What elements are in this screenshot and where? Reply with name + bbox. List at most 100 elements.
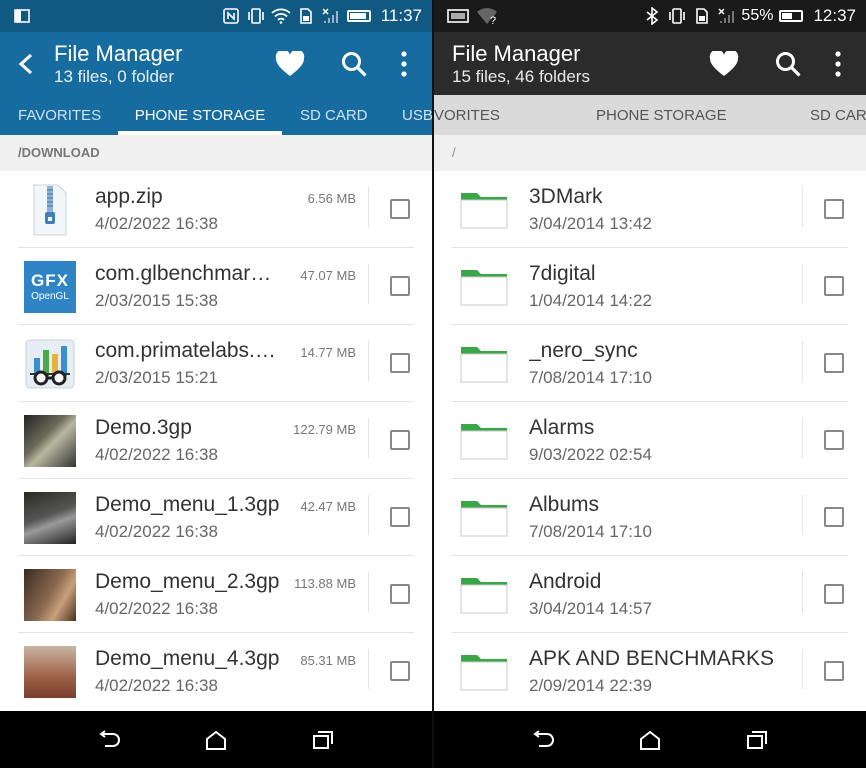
select-checkbox[interactable] — [824, 276, 844, 296]
nav-back-button[interactable] — [79, 720, 139, 760]
wifi-unknown-icon: ? — [475, 6, 501, 26]
list-item[interactable]: Demo_menu_1.3gp 4/02/2022 16:38 42.47 MB — [0, 479, 432, 556]
file-name: com.primatelabs.g... — [95, 339, 281, 362]
select-checkbox[interactable] — [390, 584, 410, 604]
select-checkbox[interactable] — [824, 353, 844, 373]
divider — [368, 264, 369, 304]
favorites-button[interactable] — [258, 36, 322, 92]
folder-name: _nero_sync — [529, 339, 638, 362]
list-item[interactable]: APK AND BENCHMARKS 2/09/2014 22:39 — [434, 633, 866, 710]
search-button[interactable] — [756, 36, 820, 92]
file-size: 47.07 MB — [300, 268, 356, 283]
status-bar: ? 55% 12:37 — [434, 0, 866, 32]
screenshot-icon — [446, 6, 470, 26]
select-checkbox[interactable] — [390, 353, 410, 373]
tab-favorites[interactable]: FAVORITES — [18, 95, 101, 135]
select-checkbox[interactable] — [390, 507, 410, 527]
tab-sd-card[interactable]: SD CARI — [810, 95, 866, 135]
select-checkbox[interactable] — [824, 507, 844, 527]
list-item[interactable]: 3DMark 3/04/2014 13:42 — [434, 171, 866, 248]
vibrate-icon — [667, 6, 687, 26]
video-thumbnail — [24, 646, 76, 698]
divider — [802, 187, 803, 227]
file-size: 113.88 MB — [294, 576, 356, 591]
tab-phone-storage[interactable]: PHONE STORAGE — [596, 95, 727, 135]
battery-icon — [779, 10, 804, 22]
folder-date: 3/04/2014 13:42 — [529, 214, 652, 233]
divider — [368, 418, 369, 458]
divider — [802, 264, 803, 304]
file-name: Demo_menu_2.3gp — [95, 570, 280, 593]
file-date: 4/02/2022 16:38 — [95, 445, 218, 464]
back-button[interactable] — [0, 32, 54, 95]
file-date: 4/02/2022 16:38 — [95, 214, 218, 233]
select-checkbox[interactable] — [390, 276, 410, 296]
select-checkbox[interactable] — [390, 430, 410, 450]
select-checkbox[interactable] — [390, 661, 410, 681]
recents-icon — [312, 730, 333, 749]
folder-name: Albums — [529, 493, 600, 516]
folder-date: 7/08/2014 17:10 — [529, 522, 652, 541]
heart-icon — [275, 50, 305, 76]
search-button[interactable] — [322, 36, 386, 92]
folder-name: Android — [529, 570, 602, 593]
list-item[interactable]: Demo_menu_4.3gp 4/02/2022 16:38 85.31 MB — [0, 633, 432, 710]
folder-icon — [460, 266, 508, 306]
file-name: Demo_menu_1.3gp — [95, 493, 280, 516]
home-icon — [639, 730, 660, 750]
file-size: 6.56 MB — [307, 191, 356, 206]
list-item[interactable]: Alarms 9/03/2022 02:54 — [434, 402, 866, 479]
folder-icon — [460, 189, 508, 229]
divider — [802, 572, 803, 612]
gfx-text: GFX — [31, 271, 69, 290]
nav-recents-button[interactable] — [727, 720, 787, 760]
tab-usb[interactable]: USB — [402, 95, 432, 135]
list-item[interactable]: com.primatelabs.g... 2/03/2015 15:21 14.… — [0, 325, 432, 402]
app-bar: File Manager 15 files, 46 folders — [434, 32, 866, 95]
tab-sd-card[interactable]: SD CARD — [300, 95, 368, 135]
list-item[interactable]: 7digital 1/04/2014 14:22 — [434, 248, 866, 325]
list-item[interactable]: Demo_menu_2.3gp 4/02/2022 16:38 113.88 M… — [0, 556, 432, 633]
list-item[interactable]: _nero_sync 7/08/2014 17:10 — [434, 325, 866, 402]
list-item[interactable]: Demo.3gp 4/02/2022 16:38 122.79 MB — [0, 402, 432, 479]
battery-icon — [346, 10, 371, 22]
search-icon — [342, 51, 367, 77]
file-name: Demo_menu_4.3gp — [95, 647, 280, 670]
no-signal-icon — [717, 6, 737, 26]
battery-percentage: 55% — [741, 7, 774, 24]
divider — [368, 495, 369, 535]
divider — [368, 187, 369, 227]
list-item[interactable]: Albums 7/08/2014 17:10 — [434, 479, 866, 556]
overflow-menu-button[interactable] — [386, 36, 422, 92]
search-icon — [776, 51, 801, 77]
tab-phone-storage[interactable]: PHONE STORAGE — [118, 95, 282, 135]
favorites-button[interactable] — [692, 36, 756, 92]
list-item[interactable]: app.zip 4/02/2022 16:38 6.56 MB — [0, 171, 432, 248]
nav-recents-button[interactable] — [293, 720, 353, 760]
nav-home-button[interactable] — [620, 720, 680, 760]
nav-home-button[interactable] — [186, 720, 246, 760]
file-size: 122.79 MB — [293, 422, 356, 437]
video-thumbnail — [24, 492, 76, 544]
nav-back-button[interactable] — [513, 720, 573, 760]
tab-favorites[interactable]: VORITES — [434, 95, 500, 135]
select-checkbox[interactable] — [824, 584, 844, 604]
folder-list: 3DMark 3/04/2014 13:42 7digital 1/04/2014 1… — [434, 171, 866, 711]
select-checkbox[interactable] — [824, 199, 844, 219]
select-checkbox[interactable] — [824, 430, 844, 450]
overflow-menu-button[interactable] — [820, 36, 856, 92]
nav-back-icon — [533, 729, 555, 747]
list-item[interactable]: Android 3/04/2014 14:57 — [434, 556, 866, 633]
select-checkbox[interactable] — [390, 199, 410, 219]
back-arrow-icon — [18, 53, 33, 74]
app-subtitle: 15 files, 46 folders — [452, 66, 590, 86]
select-checkbox[interactable] — [824, 661, 844, 681]
list-item[interactable]: GFX OpenGL com.glbenchmark.... 2/03/2015… — [0, 248, 432, 325]
file-date: 2/03/2015 15:38 — [95, 291, 218, 310]
right-screen: ? 55% 12:37 File Manager 15 files, 46 fo… — [434, 0, 866, 768]
folder-date: 9/03/2022 02:54 — [529, 445, 652, 464]
file-name: com.glbenchmark.... — [95, 262, 281, 285]
more-vertical-icon — [401, 50, 407, 77]
folder-date: 7/08/2014 17:10 — [529, 368, 652, 387]
status-bar: 11:37 — [0, 0, 432, 32]
